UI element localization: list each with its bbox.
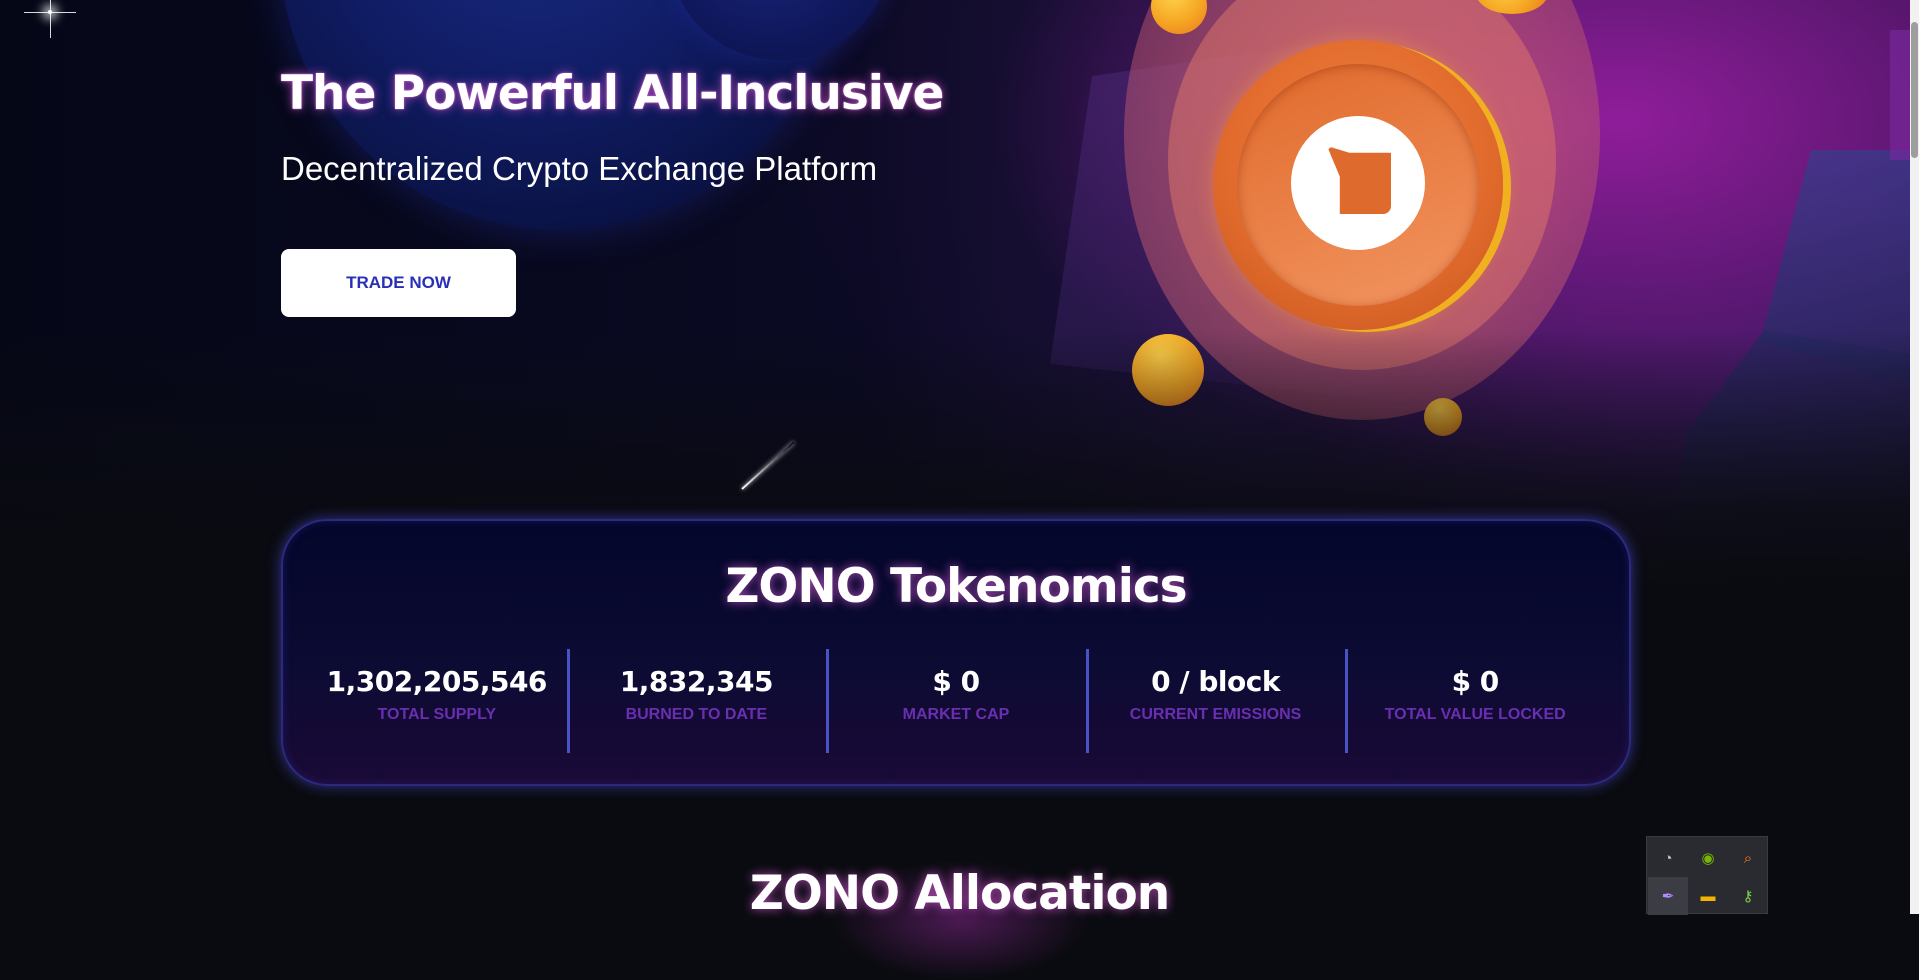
stat-value: $ 0: [1451, 665, 1500, 698]
extensions-panel: ◔ ◉ ⌕ ✒ ▬ ⚷: [1646, 836, 1768, 915]
stat-current-emissions: 0 / block CURRENT EMISSIONS: [1085, 649, 1346, 753]
page-scrollbar[interactable]: [1910, 0, 1919, 914]
allocation-title: ZONO Allocation: [749, 866, 1170, 921]
hero-title: The Powerful All-Inclusive: [281, 66, 944, 121]
zono-logo-icon: [1327, 146, 1391, 214]
stat-market-cap: $ 0 MARKET CAP: [826, 649, 1086, 753]
scrollbar-thumb[interactable]: [1911, 22, 1918, 158]
sparkle-icon: [24, 0, 76, 38]
stat-value: 1,832,345: [619, 665, 774, 698]
feather-icon[interactable]: ✒: [1648, 877, 1688, 915]
stat-total-value-locked: $ 0 TOTAL VALUE LOCKED: [1345, 649, 1605, 753]
stat-burned-to-date: 1,832,345 BURNED TO DATE: [566, 649, 827, 753]
hero-section: The Powerful All-Inclusive Decentralized…: [0, 0, 1919, 590]
stat-label: CURRENT EMISSIONS: [1129, 706, 1302, 723]
zono-coin-logo: [1213, 40, 1503, 330]
folder-icon[interactable]: ▬: [1688, 877, 1728, 915]
tokenomics-title: ZONO Tokenomics: [725, 559, 1187, 614]
trade-now-button[interactable]: TRADE NOW: [281, 249, 516, 317]
hero-subtitle: Decentralized Crypto Exchange Platform: [281, 150, 878, 187]
eye-slash-icon[interactable]: ◔: [1648, 839, 1688, 877]
nvidia-icon[interactable]: ◉: [1688, 839, 1728, 877]
stat-value: 1,302,205,546: [326, 665, 548, 698]
stat-total-supply: 1,302,205,546 TOTAL SUPPLY: [307, 649, 567, 753]
stat-label: BURNED TO DATE: [625, 706, 768, 723]
coin-face: [1291, 116, 1425, 250]
stat-label: TOTAL SUPPLY: [377, 706, 497, 723]
tokenomics-card: ZONO Tokenomics 1,302,205,546 TOTAL SUPP…: [281, 519, 1631, 786]
stat-label: TOTAL VALUE LOCKED: [1384, 706, 1566, 723]
stat-value: $ 0: [932, 665, 980, 698]
magnifier-icon[interactable]: ⌕: [1728, 839, 1768, 877]
key-icon[interactable]: ⚷: [1728, 877, 1768, 915]
stat-label: MARKET CAP: [902, 706, 1010, 723]
stat-value: 0 / block: [1151, 665, 1280, 698]
tokenomics-stats: 1,302,205,546 TOTAL SUPPLY 1,832,345 BUR…: [283, 649, 1629, 753]
